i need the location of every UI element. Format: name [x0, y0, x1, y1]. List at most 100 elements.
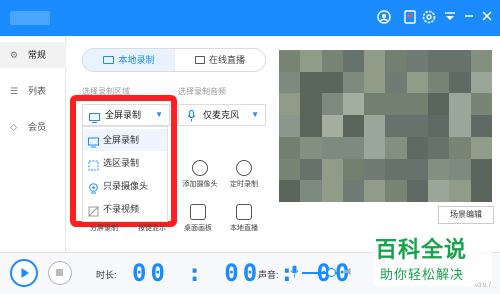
preview-pixel: [449, 93, 471, 116]
preview-pixel: [279, 50, 301, 72]
preview-pixel: [342, 136, 365, 159]
record-audio-select[interactable]: 仅麦克风 ▼: [178, 104, 266, 126]
stop-icon: [56, 269, 63, 276]
sidebar-item-label: 常规: [28, 50, 47, 60]
sidebar-item-label: 会员: [28, 122, 47, 132]
microphone-icon[interactable]: [290, 265, 299, 280]
screen-preview: [279, 50, 492, 202]
sidebar-item-member[interactable]: ◇ 会员: [0, 114, 66, 140]
camera-icon: [192, 160, 208, 176]
region-select-icon: [88, 157, 99, 171]
preview-pixel: [449, 50, 471, 72]
preview-pixel: [364, 158, 386, 181]
monitor-icon: [236, 204, 252, 220]
preview-pixel: [279, 115, 301, 137]
preview-pixel: [449, 115, 471, 137]
monitor-icon: [88, 134, 99, 148]
preview-pixel: [300, 50, 322, 72]
preview-pixel: [385, 180, 407, 202]
sidebar-item-general[interactable]: ⚙ 常规: [0, 42, 66, 68]
record-audio-label: 选择录制音频: [178, 87, 226, 96]
preview-pixel: [449, 136, 471, 159]
no-video-icon: [88, 203, 99, 217]
preview-pixel: [385, 136, 407, 159]
tab-online-live[interactable]: 在线直播: [175, 49, 265, 71]
preview-pixel: [364, 50, 386, 72]
sidebar: [0, 36, 66, 252]
preview-pixel: [385, 158, 407, 181]
preview-pixel: [470, 115, 492, 137]
watermark-title: 百科全说: [375, 238, 468, 263]
live-icon: [194, 56, 205, 64]
preview-pixel: [342, 158, 365, 181]
local-live-button[interactable]: 本地直播: [224, 204, 264, 233]
preview-pixel: [385, 115, 407, 137]
add-camera-button[interactable]: 添加摄像头: [180, 160, 220, 189]
preview-pixel: [449, 158, 471, 181]
record-start-button[interactable]: [10, 259, 38, 287]
menu-dropdown-icon[interactable]: [442, 10, 458, 26]
pen-icon: [190, 204, 206, 220]
preview-pixel: [279, 93, 301, 116]
list-icon: ☰: [10, 86, 19, 96]
minimize-icon[interactable]: [461, 10, 477, 26]
sidebar-item-list[interactable]: ☰ 列表: [0, 78, 66, 104]
menu-item-camera-only[interactable]: 只录摄像头: [83, 175, 167, 197]
play-icon: [21, 268, 29, 278]
menu-item-region[interactable]: 选区录制: [83, 152, 167, 174]
preview-pixel: [279, 158, 301, 181]
menu-item-fullscreen[interactable]: 全屏录制: [83, 129, 167, 151]
user-icon[interactable]: [376, 10, 392, 26]
preview-pixel: [321, 115, 343, 137]
app-logo: [10, 11, 50, 25]
speaker-icon[interactable]: [344, 266, 355, 279]
preview-pixel: [406, 71, 429, 94]
mode-tabs: 本地录制 在线直播: [82, 48, 266, 72]
preview-pixel: [470, 93, 492, 116]
preview-pixel: [428, 50, 450, 72]
scene-edit-button[interactable]: 场景编辑: [438, 206, 494, 224]
preview-pixel: [364, 136, 386, 159]
preview-pixel: [428, 71, 450, 94]
preview-pixel: [470, 71, 492, 94]
sidebar-item-label: 列表: [28, 86, 47, 96]
preview-pixel: [406, 93, 429, 116]
desktop-board-button[interactable]: 桌面画板: [178, 204, 218, 233]
settings-icon[interactable]: [421, 10, 437, 26]
close-icon[interactable]: [479, 10, 495, 26]
preview-pixel: [385, 93, 407, 116]
preview-pixel: [300, 93, 322, 116]
preview-pixel: [364, 180, 386, 202]
preview-pixel: [321, 93, 343, 116]
preview-pixel: [428, 136, 450, 159]
record-area-select[interactable]: 全屏录制 ▼: [82, 104, 170, 126]
camera-icon: [88, 180, 99, 194]
scheduled-record-button[interactable]: 定时录制: [224, 160, 264, 189]
preview-pixel: [428, 158, 450, 181]
preview-pixel: [406, 50, 429, 72]
preview-pixel: [449, 180, 471, 202]
gear-icon: ⚙: [10, 50, 19, 60]
preview-pixel: [342, 93, 365, 116]
preview-pixel: [321, 50, 343, 72]
video-icon: [103, 56, 115, 64]
preview-pixel: [428, 115, 450, 137]
preview-pixel: [321, 71, 343, 94]
volume-slider-handle[interactable]: [326, 268, 336, 277]
watermark-subtitle: 助你轻松解决: [380, 268, 465, 283]
preview-pixel: [300, 136, 322, 159]
preview-pixel: [300, 158, 322, 181]
record-stop-button[interactable]: [48, 261, 72, 285]
version-label: v3.9.7: [475, 283, 492, 289]
tab-local-record[interactable]: 本地录制: [83, 49, 175, 71]
chevron-down-icon: ▼: [155, 110, 163, 119]
preview-pixel: [279, 71, 301, 94]
preview-pixel: [342, 115, 365, 137]
preview-pixel: [406, 180, 429, 202]
diamond-icon: ◇: [10, 122, 17, 132]
preview-pixel: [300, 71, 322, 94]
preview-pixel: [406, 158, 429, 181]
vip-icon[interactable]: [402, 10, 418, 26]
menu-item-no-video[interactable]: 不录视频: [83, 198, 167, 220]
preview-pixel: [342, 71, 365, 94]
